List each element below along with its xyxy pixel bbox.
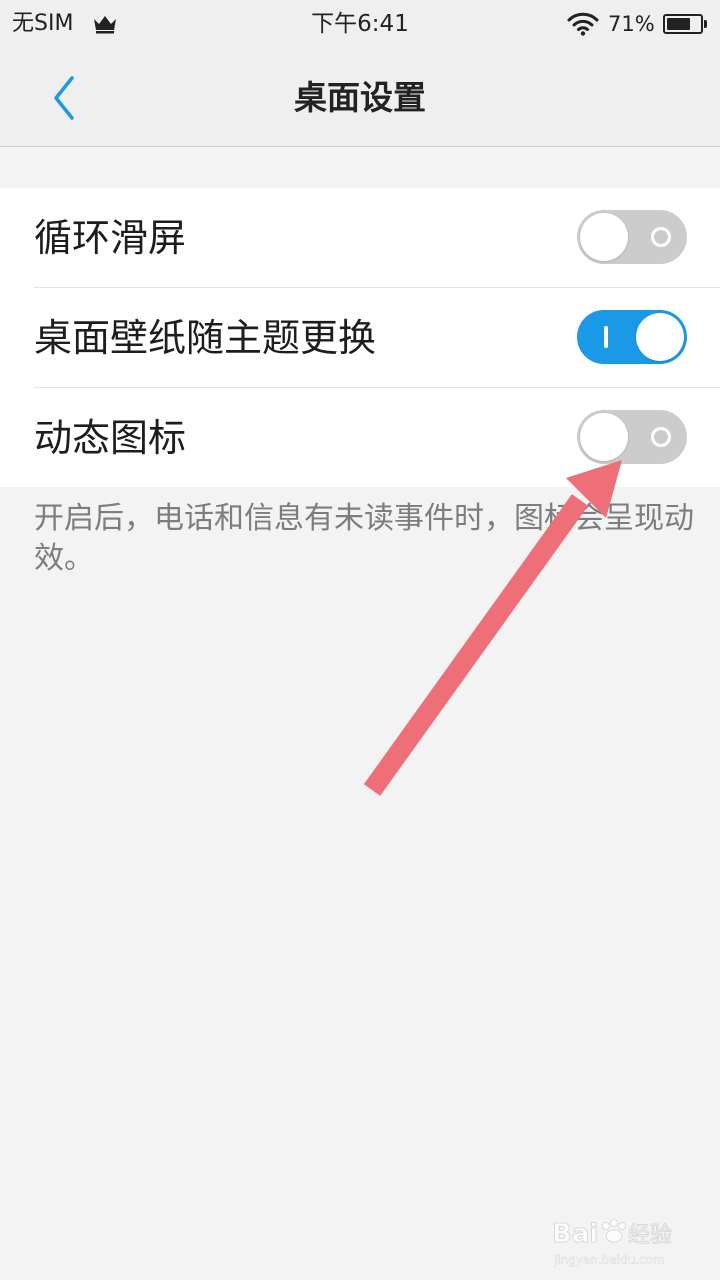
loop-scroll-toggle[interactable] [577, 210, 687, 264]
setting-row-dynamic-icons: 动态图标 [34, 388, 720, 487]
svg-text:Bai: Bai [552, 1219, 598, 1249]
toggle-off-icon [651, 227, 671, 247]
settings-list: 循环滑屏 桌面壁纸随主题更换 动态图标 [0, 188, 720, 487]
dynamic-icons-toggle[interactable] [577, 410, 687, 464]
battery-percent: 71% [608, 12, 655, 36]
wifi-icon [567, 12, 599, 40]
toggle-on-icon [604, 326, 608, 348]
setting-row-loop-scroll: 循环滑屏 [34, 188, 720, 288]
svg-text:经验: 经验 [628, 1223, 672, 1248]
dynamic-icons-description: 开启后，电话和信息有未读事件时，图标会呈现动效。 [34, 501, 694, 576]
setting-label: 动态图标 [34, 416, 187, 460]
battery-icon [663, 14, 707, 34]
setting-label: 桌面壁纸随主题更换 [34, 316, 377, 360]
svg-text:jingyan.baidu.com: jingyan.baidu.com [553, 1253, 665, 1267]
setting-row-wallpaper-follow-theme: 桌面壁纸随主题更换 [34, 288, 720, 388]
baidu-watermark-logo: Bai 经验 jingyan.baidu.com [552, 1219, 673, 1268]
toggle-off-icon [651, 427, 671, 447]
battery-level-fill [667, 18, 690, 30]
wallpaper-follow-theme-toggle[interactable] [577, 310, 687, 364]
nav-bar: 桌面设置 [0, 50, 720, 147]
toggle-knob [580, 413, 628, 461]
toggle-knob [580, 213, 628, 261]
toggle-knob [636, 313, 684, 361]
page-title: 桌面设置 [294, 78, 426, 117]
status-bar: 无SIM 下午6:41 71% [0, 0, 720, 50]
setting-label: 循环滑屏 [34, 216, 187, 260]
